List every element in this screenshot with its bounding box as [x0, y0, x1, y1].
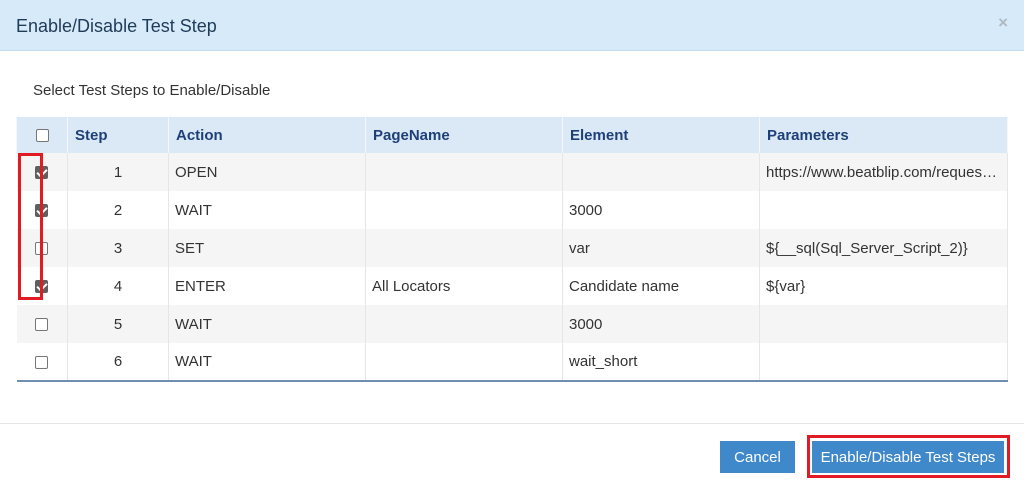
cell-element: [562, 153, 760, 191]
row-checkbox[interactable]: [35, 280, 49, 294]
row-select-cell: [16, 267, 68, 305]
cell-step: 1: [67, 153, 169, 191]
cell-parameters: [759, 191, 1008, 229]
test-steps-table: Step Action PageName Element Parameters …: [16, 117, 1008, 382]
column-header-parameters[interactable]: Parameters: [759, 117, 1008, 153]
cell-element: wait_short: [562, 343, 760, 382]
cell-pagename: [365, 343, 563, 382]
cell-element: 3000: [562, 191, 760, 229]
select-all-checkbox[interactable]: [35, 129, 49, 143]
row-checkbox[interactable]: [35, 166, 49, 180]
cell-step: 2: [67, 191, 169, 229]
cell-action: WAIT: [168, 305, 366, 343]
table-header-row: Step Action PageName Element Parameters: [16, 117, 1008, 153]
modal-title: Enable/Disable Test Step: [16, 16, 217, 36]
cell-pagename: All Locators: [365, 267, 563, 305]
cell-element: Candidate name: [562, 267, 760, 305]
close-icon[interactable]: ×: [998, 13, 1008, 33]
row-select-cell: [16, 153, 68, 191]
select-all-cell: [16, 117, 68, 153]
row-checkbox[interactable]: [35, 242, 49, 256]
cell-action: SET: [168, 229, 366, 267]
cancel-button[interactable]: Cancel: [720, 441, 795, 473]
cell-pagename: [365, 153, 563, 191]
cell-element: 3000: [562, 305, 760, 343]
instructions-text: Select Test Steps to Enable/Disable: [33, 82, 271, 99]
cell-action: WAIT: [168, 191, 366, 229]
cell-action: ENTER: [168, 267, 366, 305]
modal-header: Enable/Disable Test Step ×: [0, 0, 1024, 51]
cell-step: 6: [67, 343, 169, 382]
row-select-cell: [16, 343, 68, 382]
enable-disable-steps-button[interactable]: Enable/Disable Test Steps: [812, 441, 1004, 473]
cell-element: var: [562, 229, 760, 267]
cell-step: 4: [67, 267, 169, 305]
cell-parameters: ${var}: [759, 267, 1008, 305]
column-header-action[interactable]: Action: [168, 117, 366, 153]
cell-pagename: [365, 305, 563, 343]
table-row: 2 WAIT 3000: [16, 191, 1008, 229]
row-checkbox[interactable]: [35, 204, 49, 218]
row-select-cell: [16, 191, 68, 229]
footer-divider: [0, 423, 1024, 424]
row-select-cell: [16, 305, 68, 343]
row-checkbox[interactable]: [35, 318, 49, 332]
cell-step: 5: [67, 305, 169, 343]
table-row: 1 OPEN https://www.beatblip.com/request-de…: [16, 153, 1008, 191]
cell-parameters: [759, 305, 1008, 343]
cell-parameters: https://www.beatblip.com/request-demo: [759, 153, 1008, 191]
table-row: 5 WAIT 3000: [16, 305, 1008, 343]
cell-pagename: [365, 191, 563, 229]
cell-step: 3: [67, 229, 169, 267]
table-row: 4 ENTER All Locators Candidate name ${var}: [16, 267, 1008, 305]
cell-action: WAIT: [168, 343, 366, 382]
cell-pagename: [365, 229, 563, 267]
cell-action: OPEN: [168, 153, 366, 191]
cell-parameters: [759, 343, 1008, 382]
column-header-step[interactable]: Step: [67, 117, 169, 153]
cell-parameters: ${__sql(Sql_Server_Script_2)}: [759, 229, 1008, 267]
row-select-cell: [16, 229, 68, 267]
column-header-pagename[interactable]: PageName: [365, 117, 563, 153]
row-checkbox[interactable]: [35, 355, 49, 369]
table-row: 3 SET var ${__sql(Sql_Server_Script_2)}: [16, 229, 1008, 267]
table-row: 6 WAIT wait_short: [16, 343, 1008, 382]
column-header-element[interactable]: Element: [562, 117, 760, 153]
